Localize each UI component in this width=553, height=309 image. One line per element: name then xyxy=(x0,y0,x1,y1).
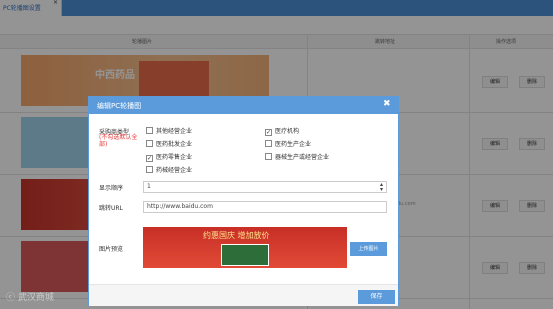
checkbox-medical-institution[interactable]: ✓ 医疗机构 xyxy=(265,126,299,136)
watermark: ⓒ 武汉商城 xyxy=(6,293,54,303)
order-value: 1 xyxy=(147,183,151,190)
checkbox-other-business[interactable]: 其他经营企业 xyxy=(146,126,192,135)
image-preview: 约惠国庆 增加放价 xyxy=(143,227,347,268)
checkbox-label: 器械生产或经营企业 xyxy=(275,154,330,161)
upload-image-button[interactable]: 上传图片 xyxy=(350,242,387,256)
checkbox-box[interactable] xyxy=(146,166,153,173)
checkbox-manufacturer[interactable]: 医药生产企业 xyxy=(265,139,311,148)
checkbox-label: 医药零售企业 xyxy=(156,154,193,161)
checkbox-device-business[interactable]: 器械生产或经营企业 xyxy=(265,152,329,161)
checkbox-label: 药械经营企业 xyxy=(156,167,193,174)
checkbox-retail[interactable]: ✓ 医药零售企业 xyxy=(146,152,192,162)
url-label: 跳转URL xyxy=(99,205,123,212)
checkbox-label: 医疗机构 xyxy=(275,128,300,135)
checkbox-box[interactable] xyxy=(146,140,153,147)
checkbox-wholesale[interactable]: 医药批发企业 xyxy=(146,139,192,148)
spinner-icon[interactable]: ▴ ▾ xyxy=(380,182,383,193)
product-boxes-image xyxy=(221,244,269,266)
preview-label: 图片预览 xyxy=(99,246,124,253)
url-input[interactable]: http://www.baidu.com xyxy=(143,201,387,213)
save-button[interactable]: 保存 xyxy=(358,290,395,304)
url-value: http://www.baidu.com xyxy=(147,203,213,210)
checkbox-label: 医药批发企业 xyxy=(156,141,193,148)
preview-text: 约惠国庆 增加放价 xyxy=(203,231,270,240)
checkbox-box[interactable] xyxy=(265,153,272,160)
dialog-title: 编辑PC轮播图 xyxy=(97,102,142,110)
dialog-footer: 保存 xyxy=(89,284,398,306)
checkbox-box[interactable]: ✓ xyxy=(146,155,153,162)
order-label: 显示顺序 xyxy=(99,185,124,192)
close-icon[interactable]: ✖ xyxy=(383,99,391,109)
edit-carousel-dialog: 编辑PC轮播图 ✖ 采购商类型 (不勾选默认全部) 其他经营企业 ✓ 医疗机构 医… xyxy=(88,96,399,306)
order-input[interactable]: 1 ▴ ▾ xyxy=(143,181,387,193)
checkbox-box[interactable]: ✓ xyxy=(265,129,272,136)
checkbox-label: 其他经营企业 xyxy=(156,128,193,135)
checkbox-box[interactable] xyxy=(146,127,153,134)
checkbox-label: 医药生产企业 xyxy=(275,141,312,148)
dialog-header: 编辑PC轮播图 ✖ xyxy=(89,97,398,114)
buyer-type-hint: (不勾选默认全部) xyxy=(99,134,138,148)
checkbox-pharma-device[interactable]: 药械经营企业 xyxy=(146,165,192,174)
checkbox-box[interactable] xyxy=(265,140,272,147)
